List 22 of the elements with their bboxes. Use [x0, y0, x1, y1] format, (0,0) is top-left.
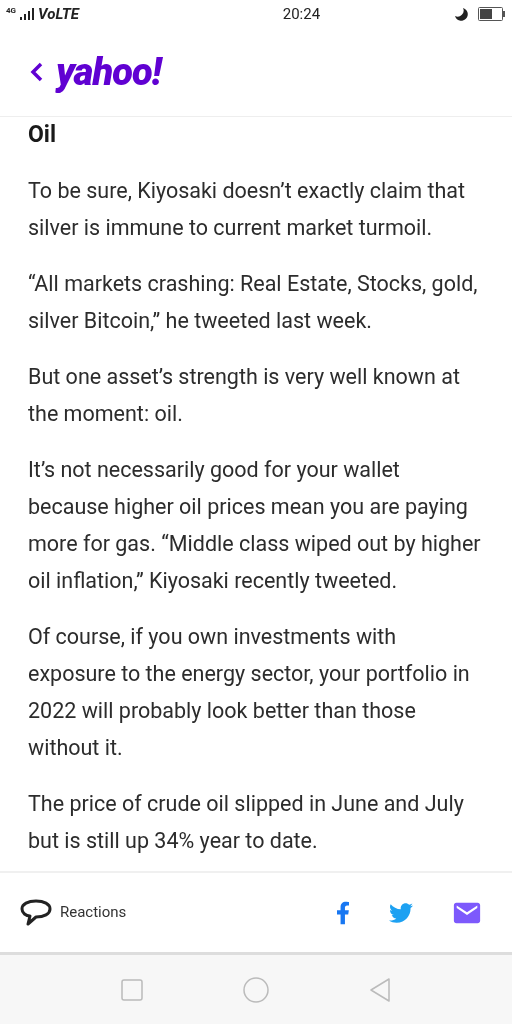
clock: 20:24 [282, 3, 321, 25]
reactions-button[interactable]: Reactions [20, 898, 127, 927]
facebook-icon[interactable] [336, 899, 350, 926]
article-paragraph: Of course, if you own investments with exposure to the energy sector, your portfolio in 2022 will probably look better than those without it. [28, 623, 471, 762]
speech-bubble-icon [20, 898, 52, 927]
section-heading: Oil [28, 120, 58, 150]
home-icon[interactable] [243, 976, 269, 1003]
twitter-icon[interactable] [388, 900, 414, 925]
battery-icon [478, 7, 506, 21]
article-paragraph: “All markets crashing: Real Estate, Stocks, gold, silver Bitcoin,” he tweeted last week. [28, 270, 479, 335]
moon-icon [454, 7, 468, 21]
yahoo-logo: yahoo! [56, 53, 162, 91]
article-paragraph: To be sure, Kiyosaki doesn’t exactly claim that silver is immune to current market turmoil. [28, 177, 466, 242]
carrier-label: VoLTE [38, 3, 79, 25]
back-icon[interactable] [30, 61, 44, 83]
article-paragraph: The price of crude oil slipped in June and July but is still up 34% year to date. [28, 790, 465, 855]
recents-icon[interactable] [121, 978, 143, 1001]
network-type: 4G [6, 6, 17, 15]
signal-icon [20, 8, 35, 20]
article-paragraph: But one asset’s strength is very well known at the moment: oil. [28, 363, 461, 428]
back-nav-icon[interactable] [369, 976, 391, 1003]
article-paragraph: It’s not necessarily good for your wallet because higher oil prices mean you are paying more for gas. “Middle class wiped out by higher oil inflation,” Kiyosaki recently tweeted. [28, 456, 482, 595]
